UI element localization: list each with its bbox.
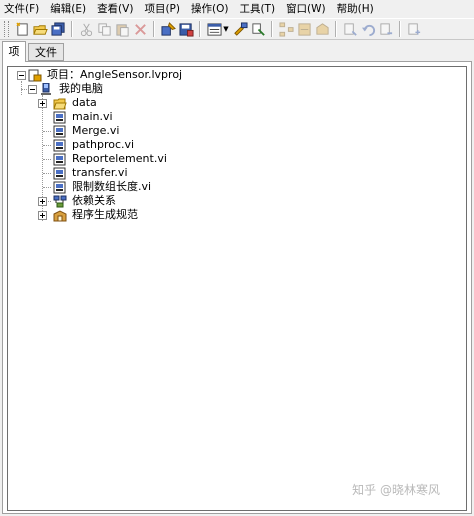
vi-icon <box>53 139 67 152</box>
vi-icon <box>53 153 67 166</box>
toolbar-separator <box>199 21 201 37</box>
undo-icon[interactable] <box>360 21 376 37</box>
collapse-computer-toggle[interactable] <box>28 85 37 94</box>
cut-icon[interactable] <box>78 21 94 37</box>
expand-data-toggle[interactable] <box>38 99 47 108</box>
menu-project[interactable]: 项目(P) <box>140 0 184 18</box>
save-project-icon[interactable] <box>178 21 194 37</box>
tree-guide-line <box>43 187 51 188</box>
toolbar-grip[interactable] <box>4 21 9 37</box>
vi-label: 限制数组长度.vi <box>72 180 152 193</box>
open-icon[interactable] <box>32 21 48 37</box>
tree-node-vi[interactable]: Reportelement.vi <box>53 152 167 166</box>
menu-bar: 文件(F) 编辑(E) 查看(V) 项目(P) 操作(O) 工具(T) 窗口(W… <box>0 0 474 18</box>
tree-guide-line <box>43 145 51 146</box>
watermark-text: 知乎 @晓林寒风 <box>352 483 440 497</box>
tab-files[interactable]: 文件 <box>28 43 64 61</box>
tree-node-vi[interactable]: 限制数组长度.vi <box>53 180 151 194</box>
copy-icon[interactable] <box>96 21 112 37</box>
tree-guide-line <box>43 173 51 174</box>
menu-help[interactable]: 帮助(H) <box>333 0 378 18</box>
project-explorer-panel: 项目：AngleSensor.lvproj 我的电脑 data main.vi … <box>2 61 472 514</box>
properties-icon[interactable] <box>406 21 422 37</box>
menu-view[interactable]: 查看(V) <box>93 0 137 18</box>
vi-icon <box>53 125 67 138</box>
paste-icon[interactable] <box>114 21 130 37</box>
toolbar: ▼ <box>0 18 474 40</box>
tree-node-vi[interactable]: Merge.vi <box>53 124 119 138</box>
vi-label: main.vi <box>72 110 113 123</box>
labview-project-window: 文件(F) 编辑(E) 查看(V) 项目(P) 操作(O) 工具(T) 窗口(W… <box>0 0 474 516</box>
vi-label: Merge.vi <box>72 124 120 137</box>
view-dropdown-arrow[interactable]: ▼ <box>223 21 229 37</box>
redo-icon[interactable] <box>378 21 394 37</box>
save-all-icon[interactable] <box>50 21 66 37</box>
package-icon[interactable] <box>314 21 330 37</box>
tree-node-vi[interactable]: pathproc.vi <box>53 138 134 152</box>
view-icon[interactable] <box>206 21 222 37</box>
view-tabs: 项 文件 <box>0 41 474 62</box>
tree-node-project[interactable]: 项目：AngleSensor.lvproj <box>28 68 182 82</box>
filter-icon[interactable] <box>250 21 266 37</box>
toolbar-separator <box>153 21 155 37</box>
menu-edit[interactable]: 编辑(E) <box>46 0 90 18</box>
build-icon[interactable] <box>160 21 176 37</box>
project-tree[interactable]: 项目：AngleSensor.lvproj 我的电脑 data main.vi … <box>7 66 467 511</box>
menu-tools[interactable]: 工具(T) <box>235 0 279 18</box>
tree-node-vi[interactable]: main.vi <box>53 110 113 124</box>
vi-icon <box>53 167 67 180</box>
resolve-icon[interactable] <box>232 21 248 37</box>
folder-icon <box>53 97 67 110</box>
tree-node-vi[interactable]: transfer.vi <box>53 166 128 180</box>
tab-items[interactable]: 项 <box>2 41 26 62</box>
computer-icon <box>40 82 54 96</box>
new-vi-icon[interactable] <box>14 21 30 37</box>
vi-icon <box>53 181 67 194</box>
vi-label: transfer.vi <box>72 166 128 179</box>
dependencies-label: 依赖关系 <box>72 194 116 207</box>
build-specifications-icon <box>53 209 67 222</box>
vi-label: Reportelement.vi <box>72 152 167 165</box>
delete-icon[interactable] <box>132 21 148 37</box>
tree-node-data[interactable]: data <box>53 96 97 110</box>
dependencies-icon[interactable] <box>296 21 312 37</box>
collapse-project-toggle[interactable] <box>17 71 26 80</box>
watermark: 知乎 @晓林寒风 <box>352 481 440 498</box>
tree-guide-line <box>43 131 51 132</box>
expand-dependencies-toggle[interactable] <box>38 197 47 206</box>
tree-guide-line <box>21 81 22 95</box>
toolbar-separator <box>71 21 73 37</box>
expand-build-spec-toggle[interactable] <box>38 211 47 220</box>
tree-guide-line <box>43 159 51 160</box>
project-label: 项目：AngleSensor.lvproj <box>47 68 183 81</box>
menu-operate[interactable]: 操作(O) <box>187 0 232 18</box>
tree-node-dependencies[interactable]: 依赖关系 <box>53 194 116 208</box>
vi-icon <box>53 111 67 124</box>
hierarchy-icon[interactable] <box>278 21 294 37</box>
menu-file[interactable]: 文件(F) <box>0 0 43 18</box>
tree-node-build-specifications[interactable]: 程序生成规范 <box>53 208 138 222</box>
toolbar-separator <box>271 21 273 37</box>
dependencies-icon <box>53 195 67 208</box>
toolbar-separator <box>399 21 401 37</box>
computer-label: 我的电脑 <box>59 82 103 95</box>
menu-window[interactable]: 窗口(W) <box>282 0 330 18</box>
vi-label: pathproc.vi <box>72 138 135 151</box>
build-specifications-label: 程序生成规范 <box>72 208 138 221</box>
project-icon <box>28 69 42 82</box>
add-item-icon[interactable] <box>342 21 358 37</box>
data-label: data <box>72 96 97 109</box>
toolbar-separator <box>335 21 337 37</box>
tree-node-my-computer[interactable]: 我的电脑 <box>40 82 103 96</box>
